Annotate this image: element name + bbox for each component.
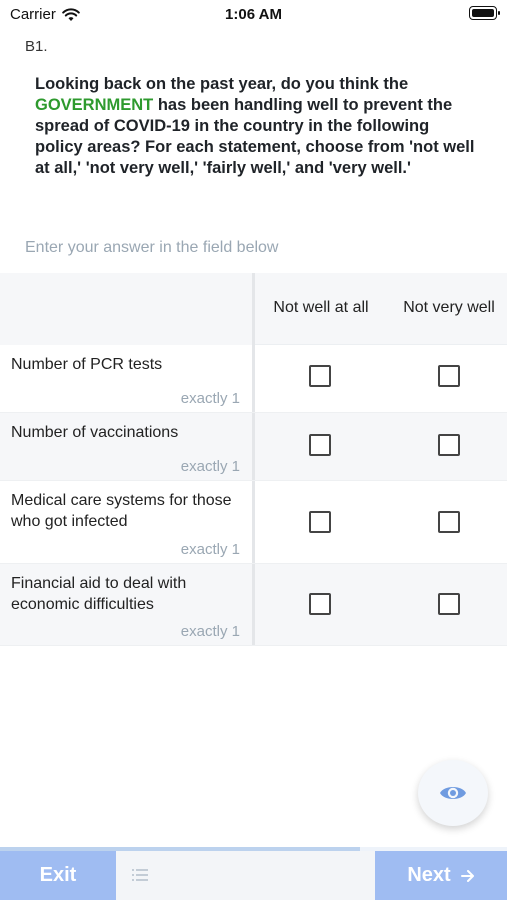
exit-button[interactable]: Exit [0,851,116,900]
grid-row: Financial aid to deal with economic diff… [0,564,507,646]
checkbox-vaccinations-not-well-at-all[interactable] [309,434,331,456]
row-label-cell: Number of PCR tests exactly 1 [0,345,255,412]
checkbox-financial-aid-not-very-well[interactable] [438,593,460,615]
list-icon[interactable] [132,868,148,882]
row-hint: exactly 1 [180,458,240,475]
row-hint: exactly 1 [180,541,240,558]
checkbox-vaccinations-not-very-well[interactable] [438,434,460,456]
question-number: B1. [25,38,48,55]
next-button[interactable]: Next [375,851,507,900]
footer-bar: Exit Next [0,851,507,900]
preview-button[interactable] [418,760,488,826]
grid-row: Number of PCR tests exactly 1 [0,345,507,413]
row-label-cell: Financial aid to deal with economic diff… [0,564,255,645]
answer-grid: Not well at all Not very well Number of … [0,273,507,646]
arrow-right-icon [460,869,474,882]
checkbox-pcr-not-well-at-all[interactable] [309,365,331,387]
grid-header: Not well at all Not very well [0,273,507,345]
next-button-label: Next [407,864,451,886]
checkbox-medical-care-not-very-well[interactable] [438,511,460,533]
battery-icon [469,6,500,20]
row-label: Financial aid to deal with economic diff… [11,575,187,613]
row-label: Number of vaccinations [11,424,179,441]
question-text: Looking back on the past year, do you th… [35,74,475,179]
row-label: Number of PCR tests [11,356,163,373]
checkbox-financial-aid-not-well-at-all[interactable] [309,593,331,615]
checkbox-pcr-not-very-well[interactable] [438,365,460,387]
clock: 1:06 AM [225,6,282,23]
grid-row: Medical care systems for those who got i… [0,481,507,564]
row-hint: exactly 1 [180,390,240,407]
column-header-not-very-well: Not very well [403,299,495,316]
column-header-not-well-at-all: Not well at all [273,299,369,316]
row-hint: exactly 1 [180,623,240,640]
status-bar: Carrier 1:06 AM [0,0,507,28]
grid-row: Number of vaccinations exactly 1 [0,413,507,481]
checkbox-medical-care-not-well-at-all[interactable] [309,511,331,533]
grid-corner [0,273,255,345]
row-label-cell: Medical care systems for those who got i… [0,481,255,563]
question-highlight: GOVERNMENT [35,96,154,114]
eye-icon [440,787,466,799]
row-label-cell: Number of vaccinations exactly 1 [0,413,255,480]
answer-instruction: Enter your answer in the field below [25,239,279,256]
question-text-before: Looking back on the past year, do you th… [35,75,409,93]
row-label: Medical care systems for those who got i… [11,492,232,530]
